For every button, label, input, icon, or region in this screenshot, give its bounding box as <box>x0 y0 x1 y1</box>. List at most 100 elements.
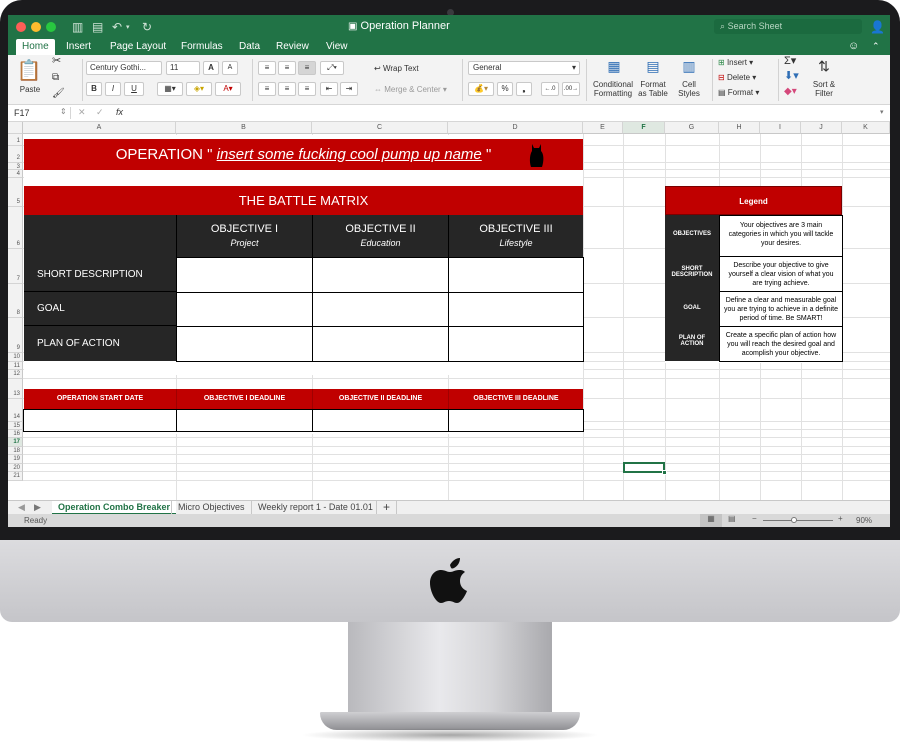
objective-header-3[interactable]: OBJECTIVE III Lifestyle <box>448 215 583 257</box>
delete-cells-button[interactable]: ⊟ Delete ▾ <box>718 73 756 82</box>
matrix-cell[interactable] <box>312 326 449 362</box>
matrix-corner[interactable] <box>24 215 176 257</box>
sheet-tab-weekly-report[interactable]: Weekly report 1 - Date 01.01 <box>251 501 379 515</box>
row-header[interactable]: 8 <box>8 284 23 318</box>
row-label-plan-of-action[interactable]: PLAN OF ACTION <box>24 326 176 361</box>
undo-icon[interactable]: ↶ <box>112 20 122 34</box>
battle-matrix-header[interactable]: THE BATTLE MATRIX <box>24 186 583 215</box>
bold-button[interactable]: B <box>86 82 102 96</box>
paste-icon[interactable]: 📋 <box>16 59 42 83</box>
tab-review[interactable]: Review <box>270 40 315 53</box>
matrix-cell[interactable] <box>448 292 584 327</box>
format-cells-button[interactable]: ▤ Format ▾ <box>718 88 759 97</box>
legend-title[interactable]: Legend <box>665 186 842 215</box>
select-all-corner[interactable] <box>8 122 23 134</box>
date-header-objective-3[interactable]: OBJECTIVE III DEADLINE <box>448 389 583 409</box>
share-icon[interactable]: 👤 <box>870 20 885 34</box>
name-box-stepper-icon[interactable]: ⇕ <box>60 107 67 116</box>
row-header[interactable]: 5 <box>8 178 23 207</box>
date-cell[interactable] <box>176 409 313 432</box>
matrix-cell[interactable] <box>312 292 449 327</box>
matrix-cell[interactable] <box>176 292 313 327</box>
row-header[interactable]: 9 <box>8 318 23 353</box>
smiley-icon[interactable]: ☺ <box>842 39 865 53</box>
date-header-objective-2[interactable]: OBJECTIVE II DEADLINE <box>312 389 448 409</box>
cancel-icon[interactable]: ✕ <box>78 107 86 118</box>
borders-button[interactable]: ▦▾ <box>157 82 183 96</box>
zoom-slider-handle[interactable] <box>791 517 797 523</box>
decrease-indent-button[interactable]: ⇤ <box>320 82 338 96</box>
column-header[interactable]: A <box>23 122 176 134</box>
row-header[interactable]: 21 <box>8 472 23 481</box>
save-icon[interactable]: ▤ <box>92 20 103 34</box>
conditional-formatting-button[interactable]: Conditional Formatting <box>590 80 636 98</box>
column-header[interactable]: C <box>312 122 448 134</box>
clear-icon[interactable]: ◆▾ <box>784 87 797 97</box>
row-label-short-description[interactable]: SHORT DESCRIPTION <box>24 257 176 292</box>
expand-formula-icon[interactable]: ▾ <box>880 108 884 116</box>
increase-indent-button[interactable]: ⇥ <box>340 82 358 96</box>
normal-view-icon[interactable]: ▦ <box>700 514 722 527</box>
cell-styles-button[interactable]: Cell Styles <box>672 80 706 98</box>
search-input[interactable]: ⌕ Search Sheet <box>714 19 862 34</box>
format-as-table-button[interactable]: Format as Table <box>636 80 670 98</box>
scroll-right-icon[interactable]: ▶ <box>28 501 47 515</box>
decrease-decimal-button[interactable]: .00→ <box>562 82 580 96</box>
close-icon[interactable] <box>16 22 26 32</box>
minimize-icon[interactable] <box>31 22 41 32</box>
date-cell[interactable] <box>312 409 449 432</box>
merge-center-button[interactable]: ⇔ Merge & Center ▾ <box>374 85 447 94</box>
autosum-icon[interactable]: Σ▾ <box>784 56 796 67</box>
row-header[interactable]: 2 <box>8 146 23 163</box>
align-left-button[interactable]: ≡ <box>258 82 276 96</box>
sort-filter-button[interactable]: Sort & Filter <box>808 80 840 98</box>
font-size-select[interactable]: 11 <box>166 61 200 75</box>
row-header[interactable]: 11 <box>8 362 23 370</box>
tab-view[interactable]: View <box>320 40 354 53</box>
number-format-select[interactable]: General ▾ <box>468 61 580 75</box>
row-header[interactable]: 19 <box>8 455 23 464</box>
row-header[interactable]: 12 <box>8 370 23 379</box>
fill-color-button[interactable]: ◈▾ <box>186 82 212 96</box>
row-header[interactable]: 13 <box>8 379 23 399</box>
sort-filter-icon[interactable]: ⇅ <box>810 57 838 75</box>
zoom-out-icon[interactable]: − <box>752 514 757 523</box>
tab-page-layout[interactable]: Page Layout <box>104 40 172 53</box>
insert-cells-button[interactable]: ⊞ Insert ▾ <box>718 58 753 67</box>
font-shrink-button[interactable]: A <box>222 61 238 75</box>
row-header[interactable]: 18 <box>8 447 23 455</box>
matrix-cell[interactable] <box>448 326 584 362</box>
collapse-ribbon-icon[interactable]: ⌃ <box>866 40 886 53</box>
cell-styles-icon[interactable]: ▥ <box>674 57 704 75</box>
spreadsheet-grid[interactable]: A B C D E F G H I J K 1 2 3 4 5 6 7 8 9 10 11 12 13 1… <box>8 122 890 500</box>
align-center-button[interactable]: ≡ <box>278 82 296 96</box>
column-header[interactable]: H <box>719 122 760 134</box>
row-header[interactable]: 4 <box>8 170 23 178</box>
row-header[interactable]: 3 <box>8 163 23 170</box>
formula-input[interactable] <box>138 108 878 119</box>
currency-button[interactable]: 💰▾ <box>468 82 494 96</box>
sidebar-icon[interactable]: ▥ <box>72 20 83 34</box>
tab-formulas[interactable]: Formulas <box>175 40 229 53</box>
column-header[interactable]: E <box>583 122 623 134</box>
paste-button[interactable]: Paste <box>16 85 44 94</box>
matrix-cell[interactable] <box>448 257 584 293</box>
underline-button[interactable]: U <box>124 82 144 96</box>
date-cell[interactable] <box>448 409 584 432</box>
fill-icon[interactable]: ⬇▾ <box>784 71 799 82</box>
row-label-goal[interactable]: GOAL <box>24 292 176 326</box>
row-header[interactable]: 1 <box>8 134 23 146</box>
copy-icon[interactable]: ⧉ <box>52 73 59 83</box>
sheet-tab-operation-combo-breaker[interactable]: Operation Combo Breaker <box>52 501 177 515</box>
align-bottom-button[interactable]: ≡ <box>298 61 316 75</box>
row-header[interactable]: 10 <box>8 353 23 362</box>
format-table-icon[interactable]: ▤ <box>638 57 668 75</box>
column-header[interactable]: I <box>760 122 801 134</box>
date-header-start[interactable]: OPERATION START DATE <box>24 389 176 409</box>
confirm-icon[interactable]: ✓ <box>96 107 104 118</box>
row-header[interactable]: 7 <box>8 249 23 284</box>
zoom-icon[interactable] <box>46 22 56 32</box>
zoom-slider[interactable] <box>763 520 833 521</box>
font-grow-button[interactable]: A <box>203 61 219 75</box>
objective-header-2[interactable]: OBJECTIVE II Education <box>312 215 448 257</box>
